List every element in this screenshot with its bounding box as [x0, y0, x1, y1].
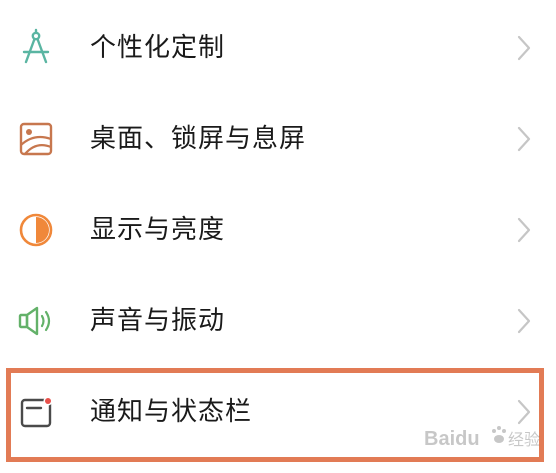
chevron-right-icon [514, 125, 534, 153]
settings-item-label: 声音与振动 [90, 306, 226, 336]
chevron-right-icon [514, 307, 534, 335]
settings-item-personalization[interactable]: 个性化定制 [0, 2, 556, 92]
settings-list: 个性化定制 桌面、锁屏与息屏 显示与亮度 声音与振动 通知与状态栏 [0, 0, 556, 473]
baidu-paw-icon: Baidu 经验 [424, 426, 540, 450]
settings-item-wallpaper[interactable]: 桌面、锁屏与息屏 [0, 93, 556, 183]
settings-item-label: 个性化定制 [90, 33, 226, 63]
chevron-right-icon [514, 34, 534, 62]
speaker-icon [16, 301, 56, 341]
chevron-right-icon [514, 216, 534, 244]
wallpaper-icon [16, 119, 56, 159]
settings-item-label: 桌面、锁屏与息屏 [90, 124, 307, 154]
settings-item-display[interactable]: 显示与亮度 [0, 184, 556, 274]
settings-item-label: 显示与亮度 [90, 215, 226, 245]
compass-icon [16, 28, 56, 68]
notification-icon [16, 392, 56, 432]
settings-item-sound[interactable]: 声音与振动 [0, 275, 556, 365]
watermark-brand-cn: 经验 [508, 430, 540, 449]
baidu-watermark: Baidu 经验 [424, 420, 542, 454]
watermark-brand: Baidu [424, 428, 480, 450]
brightness-icon [16, 210, 56, 250]
settings-item-label: 通知与状态栏 [90, 397, 253, 427]
